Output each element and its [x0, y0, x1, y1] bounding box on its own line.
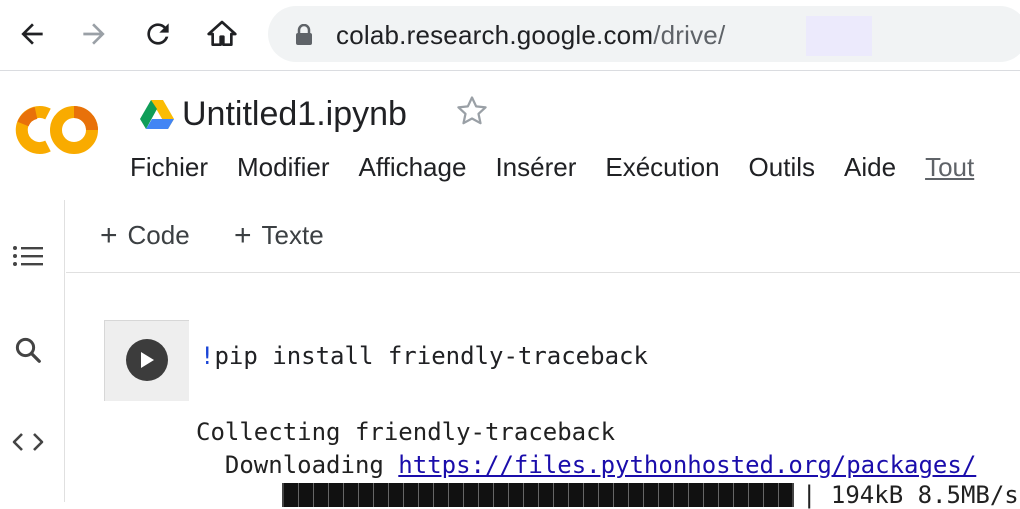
- search-icon[interactable]: [8, 330, 48, 370]
- redacted-region: [806, 16, 872, 56]
- run-cell-button[interactable]: [126, 339, 168, 381]
- notebook-toolbar: + Code + Texte: [66, 200, 1020, 273]
- menu-help[interactable]: Aide: [844, 152, 896, 186]
- reload-icon[interactable]: [138, 14, 178, 54]
- download-progress: | 194kB 8.5MB/s: [282, 481, 1019, 509]
- menu-file[interactable]: Fichier: [130, 152, 208, 186]
- menu-all-changes[interactable]: Tout: [925, 152, 974, 186]
- add-text-button[interactable]: + Texte: [234, 220, 324, 251]
- menu-tools[interactable]: Outils: [749, 152, 815, 186]
- lock-icon: [294, 23, 314, 51]
- colab-logo[interactable]: [14, 104, 100, 161]
- url-text: colab.research.google.com/drive/: [336, 20, 726, 50]
- menu-runtime[interactable]: Exécution: [605, 152, 719, 186]
- cell-code[interactable]: !pip install friendly-traceback: [200, 342, 648, 370]
- package-link[interactable]: https://files.pythonhosted.org/packages/: [398, 451, 976, 479]
- code-snippets-icon[interactable]: [8, 422, 48, 462]
- star-icon[interactable]: [455, 94, 489, 133]
- notebook-title[interactable]: Untitled1.ipynb: [182, 95, 407, 134]
- progress-text: | 194kB 8.5MB/s: [802, 481, 1019, 509]
- menu-view[interactable]: Affichage: [359, 152, 467, 186]
- plus-icon: +: [234, 218, 252, 252]
- cell-gutter: [104, 320, 189, 401]
- browser-toolbar: colab.research.google.com/drive/: [0, 0, 1020, 71]
- title-row: Untitled1.ipynb: [140, 92, 407, 136]
- left-sidebar: [0, 200, 65, 502]
- drive-icon: [140, 99, 174, 129]
- address-bar[interactable]: colab.research.google.com/drive/: [268, 6, 1020, 62]
- menu-bar: Fichier Modifier Affichage Insérer Exécu…: [130, 152, 1003, 186]
- forward-icon[interactable]: [74, 14, 114, 54]
- plus-icon: +: [100, 218, 118, 252]
- cell-output: Collecting friendly-traceback Downloadin…: [196, 418, 977, 479]
- code-cell[interactable]: !pip install friendly-traceback Collecti…: [104, 320, 1020, 509]
- table-of-contents-icon[interactable]: [8, 238, 48, 278]
- back-icon[interactable]: [12, 14, 52, 54]
- progress-bar: [282, 483, 794, 507]
- add-code-button[interactable]: + Code: [100, 220, 190, 251]
- menu-edit[interactable]: Modifier: [237, 152, 329, 186]
- play-icon: [141, 352, 154, 368]
- menu-insert[interactable]: Insérer: [495, 152, 576, 186]
- home-icon[interactable]: [202, 14, 242, 54]
